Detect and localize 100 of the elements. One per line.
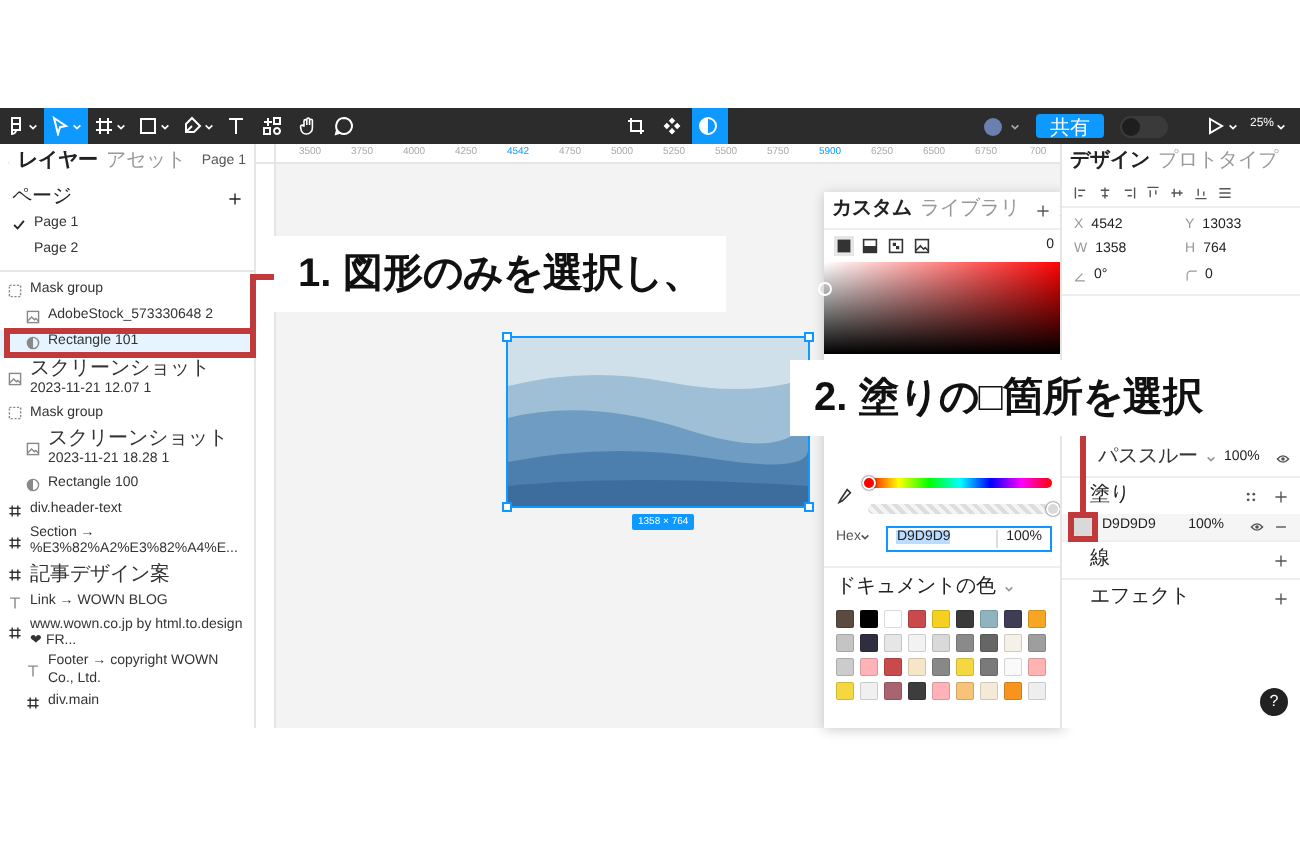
layer-row[interactable]: 記事デザイン案 bbox=[0, 561, 254, 590]
pen-icon bbox=[182, 116, 202, 136]
align-button[interactable] bbox=[1074, 186, 1088, 200]
color-gradient-field[interactable] bbox=[824, 262, 1064, 354]
color-swatch[interactable] bbox=[980, 634, 998, 652]
color-swatch[interactable] bbox=[1028, 610, 1046, 628]
fill-swatch[interactable] bbox=[1074, 518, 1092, 537]
align-button[interactable] bbox=[1218, 186, 1232, 200]
caret-icon bbox=[860, 531, 871, 542]
styles-button[interactable] bbox=[1244, 489, 1258, 504]
connector-line bbox=[250, 274, 274, 328]
hue-slider[interactable] bbox=[868, 478, 1052, 488]
color-swatch[interactable] bbox=[1004, 658, 1022, 676]
color-swatch[interactable] bbox=[908, 634, 926, 652]
picker-tab[interactable]: カスタム bbox=[832, 198, 912, 222]
color-swatch[interactable] bbox=[956, 658, 974, 676]
image-icon bbox=[26, 310, 40, 324]
section-title: エフェクト bbox=[1090, 586, 1192, 611]
color-swatch[interactable] bbox=[1004, 634, 1022, 652]
color-swatch[interactable] bbox=[836, 658, 854, 676]
color-swatch[interactable] bbox=[836, 682, 854, 700]
caret-icon bbox=[1228, 121, 1238, 131]
align-icon bbox=[1218, 186, 1232, 200]
checker-square-icon bbox=[888, 238, 904, 254]
color-swatch[interactable] bbox=[884, 658, 902, 676]
filled-square-icon bbox=[836, 238, 852, 254]
fill-type-button[interactable] bbox=[860, 236, 880, 256]
half-circle-icon bbox=[26, 477, 40, 492]
slider-thumb[interactable] bbox=[862, 476, 876, 490]
color-swatch[interactable] bbox=[860, 634, 878, 652]
color-swatch[interactable] bbox=[884, 634, 902, 652]
add-button[interactable] bbox=[1274, 553, 1288, 568]
hash-icon bbox=[8, 568, 22, 583]
color-swatch[interactable] bbox=[908, 658, 926, 676]
visibility-button[interactable] bbox=[1250, 520, 1264, 535]
crop-icon bbox=[626, 116, 646, 136]
color-swatch[interactable] bbox=[932, 682, 950, 700]
resize-handle[interactable] bbox=[502, 332, 512, 342]
half-circle-icon bbox=[26, 336, 40, 350]
add-button[interactable] bbox=[1274, 591, 1288, 606]
color-swatch[interactable] bbox=[980, 610, 998, 628]
color-swatch[interactable] bbox=[932, 634, 950, 652]
plus-icon bbox=[1274, 489, 1288, 504]
color-swatch[interactable] bbox=[956, 682, 974, 700]
avatar[interactable] bbox=[984, 117, 1002, 135]
text-icon bbox=[8, 595, 22, 610]
color-swatch[interactable] bbox=[836, 634, 854, 652]
angle-icon bbox=[1074, 269, 1086, 282]
color-swatch[interactable] bbox=[860, 610, 878, 628]
section-title: 線 bbox=[1090, 548, 1112, 573]
align-icon bbox=[1074, 186, 1088, 200]
align-button[interactable] bbox=[1122, 186, 1136, 200]
color-swatch[interactable] bbox=[932, 658, 950, 676]
resize-handle[interactable] bbox=[502, 502, 512, 512]
color-swatch[interactable] bbox=[980, 658, 998, 676]
panel-tab[interactable]: レイヤー bbox=[17, 150, 98, 174]
text-icon bbox=[26, 664, 40, 679]
color-swatch[interactable] bbox=[980, 682, 998, 700]
blend-mode-dropdown[interactable]: パススルー bbox=[1098, 446, 1216, 471]
half-filled-square-icon bbox=[862, 238, 878, 254]
color-swatch[interactable] bbox=[860, 682, 878, 700]
resize-handle[interactable] bbox=[804, 332, 814, 342]
color-swatch[interactable] bbox=[1028, 682, 1046, 700]
help-button[interactable]: ? bbox=[1260, 688, 1288, 716]
color-swatch[interactable] bbox=[860, 658, 878, 676]
color-swatch[interactable] bbox=[956, 634, 974, 652]
add-button[interactable] bbox=[1274, 489, 1288, 504]
align-button[interactable] bbox=[1098, 186, 1112, 200]
slider-thumb[interactable] bbox=[1046, 502, 1060, 516]
logo-icon bbox=[6, 116, 26, 136]
code-toggle[interactable] bbox=[1120, 115, 1168, 137]
fill-type-button[interactable] bbox=[886, 236, 906, 256]
half-circle-icon bbox=[698, 116, 718, 136]
corner-radius-icon bbox=[1185, 269, 1197, 282]
color-swatch[interactable] bbox=[956, 610, 974, 628]
color-swatch[interactable] bbox=[884, 610, 902, 628]
eye-icon bbox=[1275, 451, 1290, 466]
align-button[interactable] bbox=[1170, 186, 1184, 200]
caret-icon bbox=[1010, 121, 1020, 131]
picker-handle[interactable] bbox=[818, 282, 832, 296]
section-title: ページ bbox=[12, 186, 74, 210]
align-button[interactable] bbox=[1146, 186, 1160, 200]
diamond-icon bbox=[662, 116, 682, 136]
panel-tab[interactable]: デザイン bbox=[1070, 150, 1150, 174]
color-swatch[interactable] bbox=[1028, 658, 1046, 676]
add-button[interactable] bbox=[1036, 203, 1050, 217]
fill-type-button[interactable] bbox=[912, 236, 932, 256]
color-swatch[interactable] bbox=[884, 682, 902, 700]
visibility-button[interactable] bbox=[1275, 451, 1290, 466]
color-swatch[interactable] bbox=[1004, 610, 1022, 628]
resize-handle[interactable] bbox=[804, 502, 814, 512]
color-swatch[interactable] bbox=[1004, 682, 1022, 700]
color-swatch[interactable] bbox=[908, 610, 926, 628]
color-swatch[interactable] bbox=[836, 610, 854, 628]
color-swatch[interactable] bbox=[1028, 634, 1046, 652]
align-button[interactable] bbox=[1194, 186, 1208, 200]
color-swatch[interactable] bbox=[908, 682, 926, 700]
fill-type-button[interactable] bbox=[834, 236, 854, 256]
color-swatch[interactable] bbox=[932, 610, 950, 628]
dashed-square-icon bbox=[8, 406, 22, 421]
